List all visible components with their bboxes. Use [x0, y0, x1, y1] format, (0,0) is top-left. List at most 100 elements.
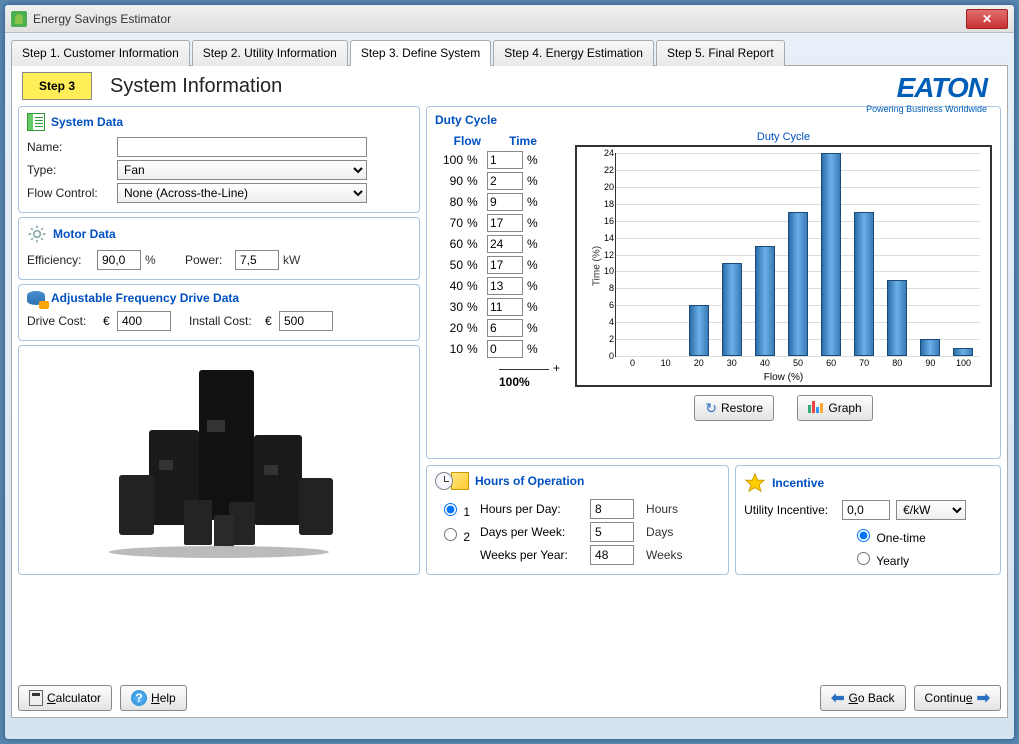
hours-title: Hours of Operation: [475, 474, 584, 488]
chart-plot: 0246810121416182022240102030405060708090…: [615, 153, 980, 357]
chart-ytick: 24: [604, 148, 616, 158]
chart-xtick: 40: [760, 356, 770, 368]
type-select[interactable]: Fan: [117, 160, 367, 180]
duty-row: 50%%: [435, 256, 565, 274]
power-label: Power:: [185, 253, 235, 267]
hours-option-2[interactable]: 2: [439, 525, 470, 544]
duty-time-input[interactable]: [487, 256, 523, 274]
pct-label: %: [527, 300, 543, 314]
close-button[interactable]: ✕: [966, 9, 1008, 29]
pct-label: %: [527, 216, 543, 230]
chart-bar: [722, 263, 742, 356]
flow-control-select[interactable]: None (Across-the-Line): [117, 183, 367, 203]
install-cost-label: Install Cost:: [189, 314, 265, 328]
chart-xtick: 30: [727, 356, 737, 368]
list-icon: [27, 113, 45, 131]
restore-button[interactable]: ↻Restore: [694, 395, 774, 421]
go-back-button[interactable]: ⬅Go Back: [820, 685, 905, 711]
incentive-yearly[interactable]: Yearly: [852, 549, 909, 568]
duty-time-input[interactable]: [487, 277, 523, 295]
clock-icon: [435, 472, 453, 490]
chart-ylabel: Time (%): [592, 246, 603, 286]
flow-header: Flow: [435, 134, 481, 148]
power-input[interactable]: [235, 250, 279, 270]
install-cost-currency: €: [265, 314, 279, 328]
duty-time-input[interactable]: [487, 235, 523, 253]
duty-time-input[interactable]: [487, 172, 523, 190]
duty-row: 10%%: [435, 340, 565, 358]
chart-bar: [755, 246, 775, 356]
chart-xtick: 70: [859, 356, 869, 368]
chart-area: Duty Cycle Time (%) 02468101214161820222…: [575, 131, 992, 421]
dpw-input[interactable]: [590, 522, 634, 542]
chart-ytick: 4: [609, 317, 616, 327]
tab-step5[interactable]: Step 5. Final Report: [656, 40, 785, 66]
product-image: [18, 345, 420, 575]
page-step3: Step 3 System Information EATON Powering…: [11, 66, 1008, 718]
duty-time-input[interactable]: [487, 151, 523, 169]
pct-label: %: [467, 321, 483, 335]
graph-button[interactable]: Graph: [797, 395, 872, 421]
help-button[interactable]: ?Help: [120, 685, 187, 711]
chart-bar: [953, 348, 973, 356]
efficiency-input[interactable]: [97, 250, 141, 270]
pct-label: %: [527, 342, 543, 356]
duty-row: 80%%: [435, 193, 565, 211]
chart-xlabel: Flow (%): [764, 372, 803, 383]
duty-total: 100%: [499, 375, 565, 389]
help-icon: ?: [131, 690, 147, 706]
duty-row: 90%%: [435, 172, 565, 190]
tab-step3[interactable]: Step 3. Define System: [350, 40, 491, 66]
duty-time-input[interactable]: [487, 319, 523, 337]
afd-title: Adjustable Frequency Drive Data: [51, 291, 239, 305]
tab-step2[interactable]: Step 2. Utility Information: [192, 40, 348, 66]
pct-label: %: [527, 279, 543, 293]
titlebar: Energy Savings Estimator ✕: [5, 5, 1014, 33]
pct-label: %: [467, 300, 483, 314]
name-label: Name:: [27, 140, 117, 154]
duty-row: 20%%: [435, 319, 565, 337]
plus-sign: +: [553, 361, 560, 375]
duty-cycle-inputs: Flow Time 100%%90%%80%%70%%60%%50%%40%%3…: [435, 131, 565, 421]
page-header: Step 3 System Information: [18, 72, 1001, 100]
pct-label: %: [467, 216, 483, 230]
calculator-icon: [29, 690, 43, 706]
page-title: System Information: [110, 75, 282, 98]
tab-step1[interactable]: Step 1. Customer Information: [11, 40, 190, 66]
continue-button[interactable]: Continue➡: [914, 685, 1001, 711]
incentive-title: Incentive: [772, 476, 824, 490]
duty-cycle-title: Duty Cycle: [435, 113, 992, 127]
duty-time-input[interactable]: [487, 214, 523, 232]
pct-label: %: [527, 321, 543, 335]
brand-logo: EATON Powering Business Worldwide: [866, 72, 987, 114]
graph-icon: [808, 401, 824, 416]
afd-panel: Adjustable Frequency Drive Data Drive Co…: [18, 284, 420, 341]
chart-ytick: 6: [609, 300, 616, 310]
hpd-input[interactable]: [590, 499, 634, 519]
time-header: Time: [505, 134, 541, 148]
hours-option-1[interactable]: 1: [439, 500, 470, 519]
tab-step4[interactable]: Step 4. Energy Estimation: [493, 40, 654, 66]
calculator-button[interactable]: Calculator: [18, 685, 112, 711]
wpy-input[interactable]: [590, 545, 634, 565]
chart-ytick: 20: [604, 182, 616, 192]
chart-xtick: 20: [694, 356, 704, 368]
duty-row: 30%%: [435, 298, 565, 316]
duty-time-input[interactable]: [487, 340, 523, 358]
install-cost-input[interactable]: [279, 311, 333, 331]
incentive-input[interactable]: [842, 500, 890, 520]
drive-cost-input[interactable]: [117, 311, 171, 331]
wpy-unit: Weeks: [646, 548, 682, 562]
client-area: Step 1. Customer Information Step 2. Uti…: [5, 33, 1014, 724]
name-input[interactable]: [117, 137, 367, 157]
duty-time-input[interactable]: [487, 193, 523, 211]
motor-data-panel: Motor Data Efficiency: % Power: kW: [18, 217, 420, 280]
type-label: Type:: [27, 163, 117, 177]
motor-data-title: Motor Data: [53, 227, 116, 241]
incentive-unit-select[interactable]: €/kW: [896, 500, 966, 520]
duty-row: 60%%: [435, 235, 565, 253]
duty-time-input[interactable]: [487, 298, 523, 316]
duty-flow-value: 60: [435, 237, 463, 251]
incentive-one-time[interactable]: One-time: [852, 531, 926, 545]
chart-bar: [854, 212, 874, 356]
